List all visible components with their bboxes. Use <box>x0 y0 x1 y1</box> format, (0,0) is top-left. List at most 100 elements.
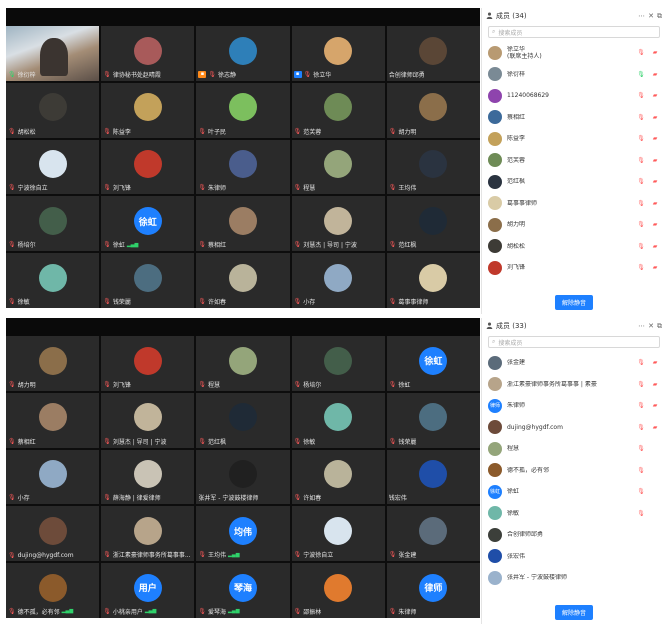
mic-muted-icon[interactable]: 🎙 <box>637 510 645 517</box>
participant-tile[interactable]: 🎙 陈益李 <box>101 82 195 138</box>
member-row[interactable]: 张金建 🎙 ▰ <box>488 352 660 374</box>
participant-tile[interactable]: 🎙 律协秘书处赵晴霞 <box>101 26 195 81</box>
popout-icon[interactable]: ⧉ <box>657 322 662 331</box>
participant-tile[interactable]: 张井军 - 宁波鼓楼律师 <box>196 449 290 505</box>
participant-tile[interactable]: 🎙 钱荣麗 <box>101 253 195 308</box>
participant-tile[interactable]: 🎙 朱律师 <box>196 139 290 195</box>
participant-tile[interactable]: 🎙 胡力明 <box>386 82 480 138</box>
participant-tile[interactable]: ▪ 🎙 徐立华 <box>291 26 385 81</box>
camera-off-icon[interactable]: ▰ <box>650 92 660 99</box>
participant-tile[interactable]: 徐虹 🎙 徐虹 <box>386 336 480 391</box>
participant-tile[interactable]: 律师 🎙 朱律师 <box>386 563 480 618</box>
member-row[interactable]: 律师 朱律师 🎙 ▰ <box>488 395 660 417</box>
participant-tile[interactable]: 🎙 宁波徐自立 <box>291 506 385 562</box>
more-options-icon[interactable]: ⋯ <box>638 322 645 330</box>
member-row[interactable]: 范芙蓉 🎙 ▰ <box>488 150 660 172</box>
camera-off-icon[interactable]: ▰ <box>650 243 660 250</box>
participant-tile[interactable]: 🎙 范红枫 <box>386 196 480 252</box>
participant-tile[interactable]: 🎙 邵振林 <box>291 563 385 618</box>
participant-tile[interactable]: 🎙 徐敏 <box>6 253 100 308</box>
camera-off-icon[interactable]: ▰ <box>650 381 660 388</box>
member-search-input[interactable]: ⌕ 搜索成员 <box>488 336 660 348</box>
participant-tile[interactable]: ▪ 🎙 徐志静 <box>196 26 290 81</box>
camera-off-icon[interactable]: ▰ <box>650 200 660 207</box>
participant-tile[interactable]: 🎙 胡力明 <box>6 336 100 391</box>
participant-tile[interactable]: 徐虹 🎙 徐虹 ▂▄▆ <box>101 196 195 252</box>
mic-muted-icon[interactable]: 🎙 <box>637 92 645 99</box>
mic-muted-icon[interactable]: 🎙 <box>637 264 645 271</box>
member-row[interactable]: 徐衍梓 🎙 ▰ <box>488 64 660 86</box>
participant-tile[interactable]: 🎙 薛海静 | 律爱律师 <box>101 449 195 505</box>
mic-muted-icon[interactable]: 🎙 <box>637 359 645 366</box>
mic-muted-icon[interactable]: 🎙 <box>637 402 645 409</box>
participant-tile[interactable]: 🎙 蔡相红 <box>196 196 290 252</box>
participant-tile[interactable]: 🎙 徐敏 <box>291 392 385 448</box>
close-icon[interactable]: ✕ <box>648 12 654 20</box>
participant-tile[interactable]: 🎙 徐衍梓 <box>6 26 100 81</box>
camera-off-icon[interactable]: ▰ <box>650 178 660 185</box>
participant-tile[interactable]: 🎙 钱荣麗 <box>386 392 480 448</box>
member-row[interactable]: 浙江素豪律师事务所葛事事 | 素豪 🎙 ▰ <box>488 374 660 396</box>
mic-muted-icon[interactable]: 🎙 <box>637 157 645 164</box>
camera-off-icon[interactable]: ▰ <box>650 221 660 228</box>
camera-off-icon[interactable]: ▰ <box>650 359 660 366</box>
member-row[interactable]: 葛事事律师 🎙 ▰ <box>488 193 660 215</box>
popout-icon[interactable]: ⧉ <box>657 12 662 21</box>
participant-tile[interactable]: 用户 🎙 小桃亲用户 ▂▄▆ <box>101 563 195 618</box>
participant-tile[interactable]: 🎙 小存 <box>291 253 385 308</box>
mic-muted-icon[interactable]: 🎙 <box>637 488 645 495</box>
member-row[interactable]: dujing@hygdf.com 🎙 ▰ <box>488 417 660 439</box>
participant-tile[interactable]: 🎙 许如春 <box>196 253 290 308</box>
mic-muted-icon[interactable]: 🎙 <box>637 200 645 207</box>
participant-tile[interactable]: 琴海 🎙 爱琴海 ▂▄▆ <box>196 563 290 618</box>
mic-muted-icon[interactable]: 🎙 <box>637 381 645 388</box>
close-icon[interactable]: ✕ <box>648 322 654 330</box>
member-row[interactable]: 11240068629 🎙 ▰ <box>488 85 660 107</box>
participant-tile[interactable]: 🎙 浙江素豪律师事务所葛事事... <box>101 506 195 562</box>
camera-off-icon[interactable]: ▰ <box>650 424 660 431</box>
participant-tile[interactable]: 🎙 刘飞锋 <box>101 336 195 391</box>
member-row[interactable]: 陈益李 🎙 ▰ <box>488 128 660 150</box>
member-row[interactable]: 胡松松 🎙 ▰ <box>488 236 660 258</box>
participant-tile[interactable]: 🎙 程慧 <box>196 336 290 391</box>
member-row[interactable]: 徐敏 🎙 <box>488 503 660 525</box>
camera-off-icon[interactable]: ▰ <box>650 49 660 56</box>
member-row[interactable]: 徐虹 徐虹 🎙 <box>488 481 660 503</box>
member-row[interactable]: 张井军 - 宁波鼓楼律师 <box>488 567 660 589</box>
mic-muted-icon[interactable]: 🎙 <box>637 445 645 452</box>
unmute-all-button[interactable]: 解除静音 <box>554 295 594 310</box>
member-row[interactable]: 德不孤，必有邻 🎙 <box>488 460 660 482</box>
participant-tile[interactable]: 🎙 张金建 <box>386 506 480 562</box>
participant-tile[interactable]: 🎙 刘慧杰 | 导司 | 宁波 <box>101 392 195 448</box>
unmute-all-button[interactable]: 解除静音 <box>554 605 594 620</box>
participant-tile[interactable]: 🎙 宁波徐自立 <box>6 139 100 195</box>
participant-tile[interactable]: 合创律师邱勇 <box>386 26 480 81</box>
participant-tile[interactable]: 🎙 dujing@hygdf.com <box>6 506 100 562</box>
mic-muted-icon[interactable]: 🎙 <box>637 178 645 185</box>
camera-off-icon[interactable]: ▰ <box>650 402 660 409</box>
member-row[interactable]: 徐立华 (联席主持人) 🎙 ▰ <box>488 42 660 64</box>
camera-off-icon[interactable]: ▰ <box>650 71 660 78</box>
participant-tile[interactable]: 🎙 刘慧杰 | 导司 | 宁波 <box>291 196 385 252</box>
more-options-icon[interactable]: ⋯ <box>638 12 645 20</box>
participant-tile[interactable]: 🎙 王均伟 <box>386 139 480 195</box>
mic-muted-icon[interactable]: 🎙 <box>637 221 645 228</box>
participant-tile[interactable]: 🎙 许如春 <box>291 449 385 505</box>
participant-tile[interactable]: 🎙 程慧 <box>291 139 385 195</box>
participant-tile[interactable]: 🎙 小存 <box>6 449 100 505</box>
participant-tile[interactable]: 🎙 范红枫 <box>196 392 290 448</box>
member-row[interactable]: 程慧 🎙 <box>488 438 660 460</box>
participant-tile[interactable]: 🎙 杨培尔 <box>6 196 100 252</box>
mic-on-icon[interactable]: 🎙 <box>637 71 645 78</box>
camera-off-icon[interactable]: ▰ <box>650 264 660 271</box>
mic-muted-icon[interactable]: 🎙 <box>637 424 645 431</box>
participant-tile[interactable]: 🎙 蔡相红 <box>6 392 100 448</box>
participant-tile[interactable]: 🎙 叶子民 <box>196 82 290 138</box>
member-row[interactable]: 张宏伟 <box>488 546 660 568</box>
mic-muted-icon[interactable]: 🎙 <box>637 135 645 142</box>
member-row[interactable]: 蔡相红 🎙 ▰ <box>488 107 660 129</box>
member-row[interactable]: 胡力明 🎙 ▰ <box>488 214 660 236</box>
camera-off-icon[interactable]: ▰ <box>650 135 660 142</box>
member-row[interactable]: 合创律师邱勇 <box>488 524 660 546</box>
participant-tile[interactable]: 🎙 杨培尔 <box>291 336 385 391</box>
